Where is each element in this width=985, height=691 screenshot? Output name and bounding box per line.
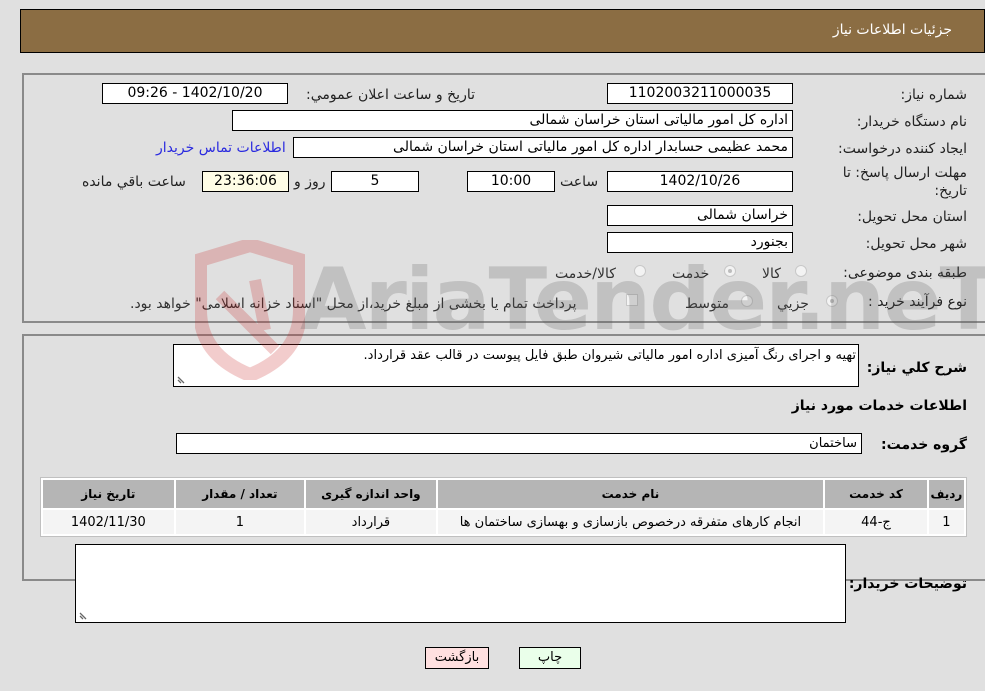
category-radio-goods[interactable] [795,265,807,277]
treasury-checkbox[interactable] [626,294,638,306]
cell-service-name: انجام کارهای متفرقه درخصوص بازسازی و بهس… [437,510,824,534]
services-table: ردیف کد خدمت نام خدمت واحد اندازه گیری ت… [40,477,967,537]
need-summary-textarea[interactable]: تهیه و اجرای رنگ آمیزی اداره امور مالیات… [173,344,859,387]
buyer-notes-label: توضیحات خریدار: [848,576,967,592]
buyer-org-field: اداره کل امور مالیاتی استان خراسان شمالی [232,110,793,131]
category-option-goods-service: کالا/خدمت [555,266,616,282]
announce-datetime-label: تاریخ و ساعت اعلان عمومي: [306,87,475,103]
buyer-org-label: نام دستگاه خریدار: [856,114,967,130]
print-button[interactable]: چاپ [519,647,581,669]
announce-datetime-field: 1402/10/20 - 09:26 [102,83,288,104]
resize-grip-icon[interactable] [177,374,187,384]
category-radio-service[interactable] [724,265,736,277]
deadline-label: مهلت ارسال پاسخ: تا تاریخ: [817,164,967,200]
cell-quantity: 1 [175,510,305,534]
service-group-label: گروه خدمت: [881,437,967,453]
buyer-contact-link[interactable]: اطلاعات تماس خریدار [156,140,286,156]
page-title: جزئیات اطلاعات نیاز [832,22,952,38]
category-label: طبقه بندی موضوعی: [843,265,967,281]
category-radio-goods-service[interactable] [634,265,646,277]
delivery-province-label: استان محل تحویل: [857,209,967,225]
col-service-code: کد خدمت [825,480,927,508]
purchase-process-label: نوع فرآیند خرید : [868,294,967,310]
service-group-field: ساختمان [176,433,862,454]
delivery-province-field: خراسان شمالی [607,205,793,226]
cell-need-date: 1402/11/30 [43,510,174,534]
table-row: 1 ج-44 انجام کارهای متفرقه درخصوص بازساز… [43,510,964,534]
page-header: جزئیات اطلاعات نیاز [20,9,985,53]
col-service-name: نام خدمت [437,480,824,508]
need-number-label: شماره نیاز: [900,87,968,103]
delivery-city-field: بجنورد [607,232,793,253]
buyer-notes-textarea[interactable] [75,544,846,623]
cell-unit: قرارداد [306,510,436,534]
services-section-title: اطلاعات خدمات مورد نیاز [791,398,967,414]
requester-field: محمد عظیمی حسابدار اداره کل امور مالیاتی… [293,137,793,158]
need-summary-label: شرح كلي نياز: [866,360,967,376]
deadline-time-label: ساعت [560,174,599,190]
resize-grip-icon[interactable] [79,610,89,620]
process-option-medium: متوسط [685,296,729,312]
delivery-city-label: شهر محل تحویل: [865,236,967,252]
days-label: روز و [294,174,326,190]
col-unit: واحد اندازه گیری [306,480,436,508]
category-option-goods: کالا [762,266,781,282]
deadline-date-field: 1402/10/26 [607,171,793,192]
deadline-time-field: 10:00 [467,171,555,192]
need-number-field: 1102003211000035 [607,83,793,104]
process-radio-minor[interactable] [826,295,838,307]
need-summary-text: تهیه و اجرای رنگ آمیزی اداره امور مالیات… [363,348,856,363]
process-option-minor: جزيي [777,296,809,312]
process-radio-medium[interactable] [741,295,753,307]
table-header-row: ردیف کد خدمت نام خدمت واحد اندازه گیری ت… [43,480,964,508]
time-remaining-field: 23:36:06 [202,171,289,192]
cell-service-code: ج-44 [825,510,927,534]
treasury-note: پرداخت تمام یا بخشی از مبلغ خرید،از محل … [130,296,577,312]
col-need-date: تاریخ نیاز [43,480,174,508]
time-remaining-label: ساعت باقي مانده [82,174,186,190]
col-row: ردیف [928,480,964,508]
deadline-label-text: مهلت ارسال پاسخ: تا تاریخ: [842,165,967,199]
category-option-service: خدمت [672,266,710,282]
cell-row: 1 [928,510,964,534]
col-quantity: تعداد / مقدار [175,480,305,508]
days-remaining-field: 5 [331,171,419,192]
back-button[interactable]: بازگشت [425,647,489,669]
requester-label: ایجاد کننده درخواست: [838,141,967,157]
